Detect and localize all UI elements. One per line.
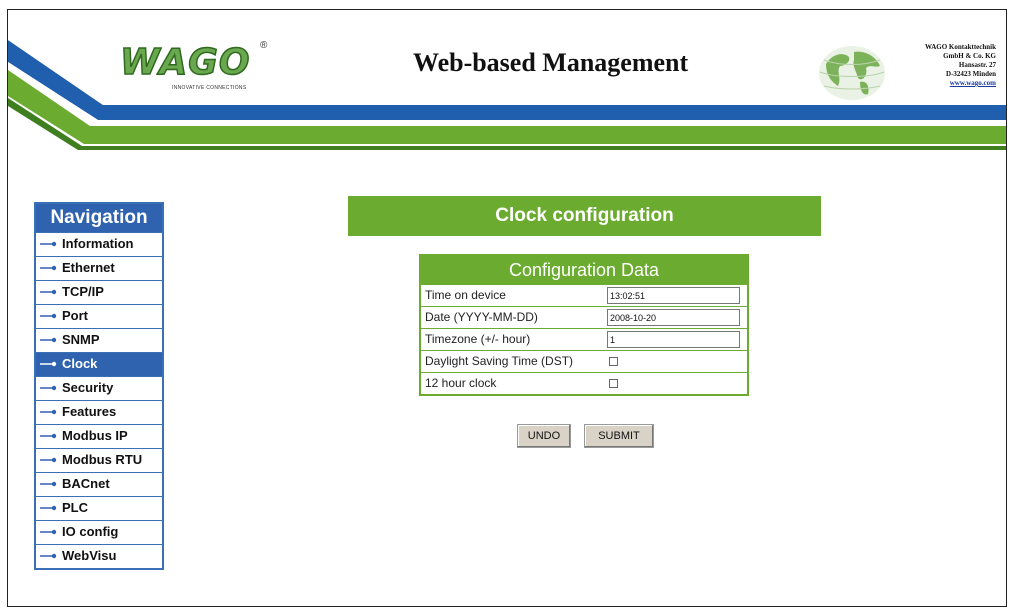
registered-mark: ® — [260, 40, 268, 51]
arrow-bullet-icon — [40, 505, 57, 511]
dst-checkbox[interactable] — [609, 357, 618, 366]
address-line: D-32423 Minden — [946, 70, 996, 78]
nav-item-tcp-ip[interactable]: TCP/IP — [36, 280, 162, 304]
dst-label: Daylight Saving Time (DST) — [425, 354, 574, 368]
nav-item-clock[interactable]: Clock — [36, 352, 162, 376]
arrow-bullet-icon — [40, 433, 57, 439]
nav-item-ethernet[interactable]: Ethernet — [36, 256, 162, 280]
timezone-row: Timezone (+/- hour) — [421, 328, 747, 350]
date-row: Date (YYYY-MM-DD) — [421, 306, 747, 328]
nav-item-label: Ethernet — [62, 260, 115, 275]
logo-tagline: INNOVATIVE CONNECTIONS — [172, 85, 247, 91]
globe-icon — [819, 46, 885, 100]
header: WAGO ® INNOVATIVE CONNECTIONS Web-based … — [8, 10, 1006, 160]
time-row: Time on device — [421, 284, 747, 306]
nav-item-label: TCP/IP — [62, 284, 104, 299]
arrow-bullet-icon — [40, 409, 57, 415]
navigation-list: Information Ethernet TCP/IP Port SNMP Clock Se… — [36, 232, 162, 568]
nav-item-label: Security — [62, 380, 114, 395]
config-table: Configuration Data Time on device Date (… — [419, 254, 749, 396]
address-line: GmbH & Co. KG — [943, 52, 996, 60]
page-frame: WAGO ® INNOVATIVE CONNECTIONS Web-based … — [7, 9, 1007, 607]
nav-item-modbus-ip[interactable]: Modbus IP — [36, 424, 162, 448]
dst-row: Daylight Saving Time (DST) — [421, 350, 747, 372]
arrow-bullet-icon — [40, 553, 57, 559]
logo-wordmark: WAGO — [119, 41, 251, 84]
company-website-link[interactable]: www.wago.com — [925, 79, 996, 88]
arrow-bullet-icon — [40, 241, 57, 247]
navigation-title: Navigation — [36, 204, 162, 232]
date-label: Date (YYYY-MM-DD) — [425, 310, 538, 324]
nav-item-security[interactable]: Security — [36, 376, 162, 400]
nav-item-label: WebVisu — [62, 548, 117, 563]
date-input[interactable] — [607, 309, 740, 326]
submit-button[interactable]: SUBMIT — [584, 424, 654, 448]
nav-item-label: PLC — [62, 500, 88, 515]
nav-item-modbus-rtu[interactable]: Modbus RTU — [36, 448, 162, 472]
arrow-bullet-icon — [40, 385, 57, 391]
nav-item-label: Clock — [62, 356, 98, 371]
time-input[interactable] — [607, 287, 740, 304]
nav-item-port[interactable]: Port — [36, 304, 162, 328]
address-line: WAGO Kontakttechnik — [925, 43, 996, 51]
nav-item-label: SNMP — [62, 332, 100, 347]
undo-button[interactable]: UNDO — [517, 424, 571, 448]
arrow-bullet-icon — [40, 481, 57, 487]
address-line: Hansastr. 27 — [958, 61, 996, 69]
nav-item-webvisu[interactable]: WebVisu — [36, 544, 162, 568]
arrow-bullet-icon — [40, 313, 57, 319]
nav-item-label: BACnet — [62, 476, 110, 491]
arrow-bullet-icon — [40, 529, 57, 535]
arrow-bullet-icon — [40, 289, 57, 295]
time-label: Time on device — [425, 288, 506, 302]
hour12-checkbox[interactable] — [609, 379, 618, 388]
section-banner: Clock configuration — [348, 196, 821, 236]
nav-item-plc[interactable]: PLC — [36, 496, 162, 520]
nav-item-features[interactable]: Features — [36, 400, 162, 424]
arrow-bullet-icon — [40, 361, 57, 367]
arrow-bullet-icon — [40, 457, 57, 463]
arrow-bullet-icon — [40, 265, 57, 271]
page-title: Web-based Management — [413, 48, 689, 77]
nav-item-snmp[interactable]: SNMP — [36, 328, 162, 352]
nav-item-label: Modbus IP — [62, 428, 128, 443]
timezone-label: Timezone (+/- hour) — [425, 332, 531, 346]
nav-item-label: Port — [62, 308, 88, 323]
hour12-row: 12 hour clock — [421, 372, 747, 394]
nav-item-bacnet[interactable]: BACnet — [36, 472, 162, 496]
nav-item-label: Information — [62, 236, 134, 251]
arrow-bullet-icon — [40, 337, 57, 343]
wago-logo[interactable]: WAGO ® INNOVATIVE CONNECTIONS — [119, 40, 270, 98]
hour12-label: 12 hour clock — [425, 376, 497, 390]
navigation-panel: Navigation Information Ethernet TCP/IP Port… — [34, 202, 164, 570]
nav-item-io-config[interactable]: IO config — [36, 520, 162, 544]
nav-item-label: Features — [62, 404, 117, 419]
timezone-input[interactable] — [607, 331, 740, 348]
company-address: WAGO Kontakttechnik GmbH & Co. KG Hansas… — [925, 43, 996, 88]
nav-item-information[interactable]: Information — [36, 232, 162, 256]
nav-item-label: Modbus RTU — [62, 452, 143, 467]
config-heading: Configuration Data — [421, 256, 747, 284]
nav-item-label: IO config — [62, 524, 119, 539]
